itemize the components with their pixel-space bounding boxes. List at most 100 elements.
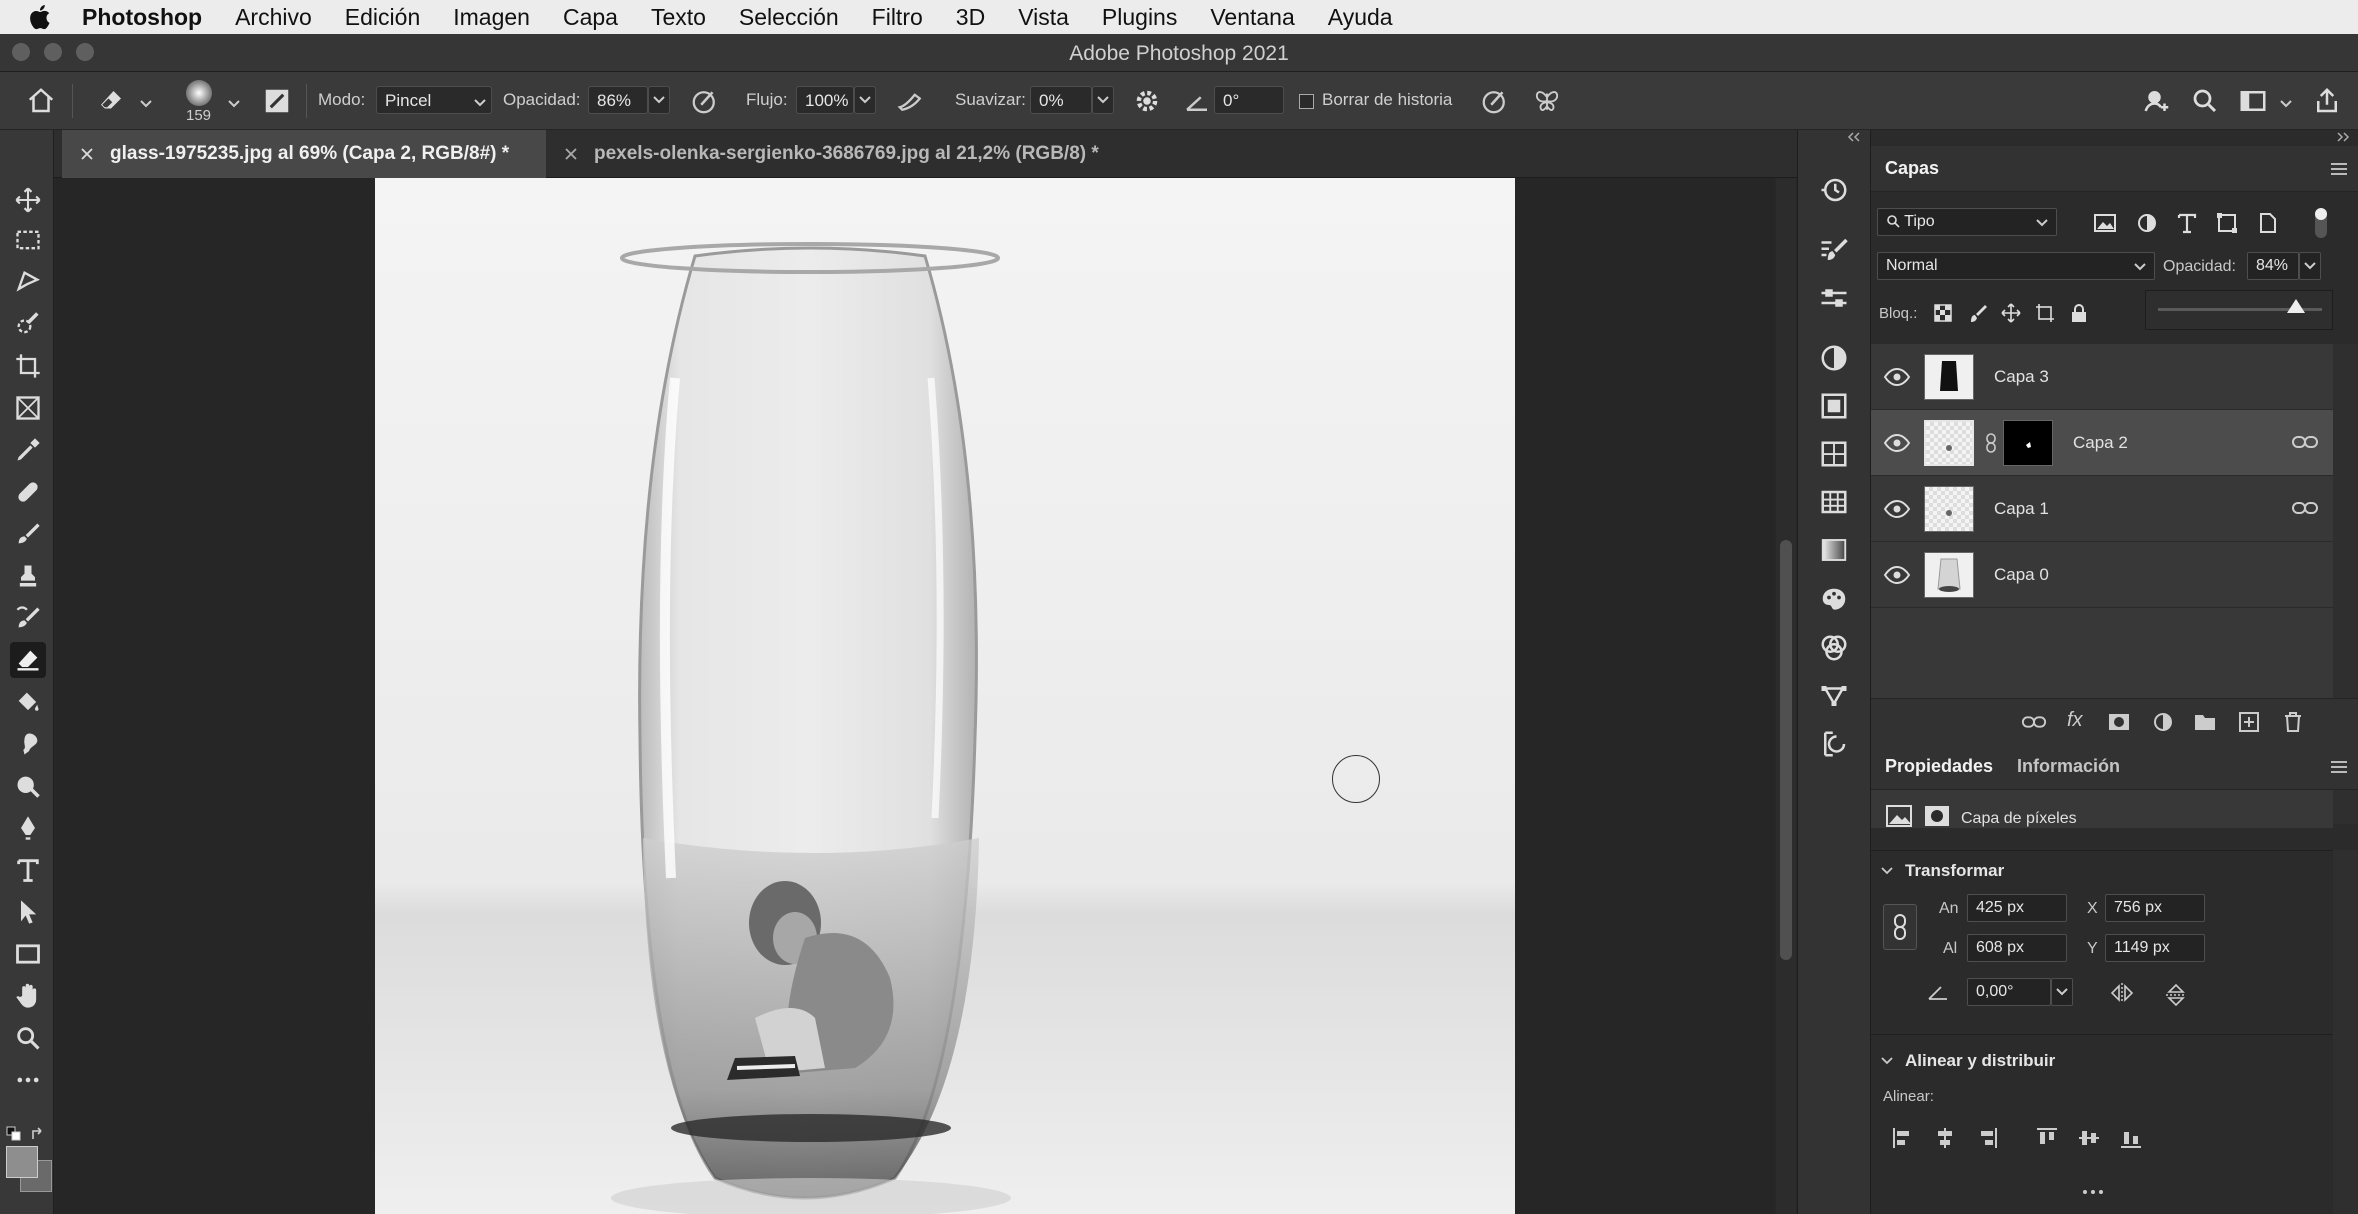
crop-tool[interactable]: [10, 348, 46, 384]
chevron-down-icon[interactable]: [2280, 100, 2292, 108]
width-input[interactable]: 425 px: [1967, 894, 2067, 922]
eyedropper-tool[interactable]: [10, 432, 46, 468]
apple-icon[interactable]: [26, 2, 56, 32]
path-selection-tool[interactable]: [10, 894, 46, 930]
align-left-icon[interactable]: [1891, 1126, 1915, 1150]
layer-name[interactable]: Capa 3: [1994, 367, 2049, 387]
filter-shape-icon[interactable]: [2215, 212, 2239, 234]
flow-dropdown[interactable]: [854, 86, 876, 114]
document-canvas[interactable]: [375, 178, 1515, 1214]
menu-filtro[interactable]: Filtro: [872, 4, 923, 31]
quick-select-tool[interactable]: [10, 306, 46, 342]
chevron-down-icon[interactable]: [228, 100, 240, 108]
x-input[interactable]: 756 px: [2105, 894, 2205, 922]
menu-ventana[interactable]: Ventana: [1210, 4, 1294, 31]
menu-vista[interactable]: Vista: [1018, 4, 1069, 31]
new-layer-icon[interactable]: [2237, 710, 2261, 734]
flip-horizontal-icon[interactable]: [2109, 982, 2135, 1004]
close-tab-icon[interactable]: [76, 143, 98, 165]
frame-tool[interactable]: [10, 390, 46, 426]
zoom-tool[interactable]: [10, 1020, 46, 1056]
close-tab-icon[interactable]: [560, 143, 582, 165]
mask-properties-icon[interactable]: [1923, 804, 1951, 828]
tab-informacion[interactable]: Información: [2017, 756, 2120, 777]
tab-glass-document[interactable]: glass-1975235.jpg al 69% (Capa 2, RGB/8#…: [62, 130, 546, 178]
smoothing-dropdown[interactable]: [1092, 86, 1114, 114]
blur-tool[interactable]: [10, 726, 46, 762]
opacity-dropdown[interactable]: [648, 86, 670, 114]
hand-tool[interactable]: [10, 978, 46, 1014]
lock-pixels-brush-icon[interactable]: [1967, 303, 1987, 323]
workspace-icon[interactable]: [2238, 86, 2268, 116]
layer-opacity-input[interactable]: 84%: [2247, 252, 2299, 280]
tab-pexels-document[interactable]: pexels-olenka-sergienko-3686769.jpg al 2…: [546, 130, 1146, 178]
brush-settings-panel-button[interactable]: [1816, 232, 1852, 268]
menu-ayuda[interactable]: Ayuda: [1328, 4, 1393, 31]
adjustments-panel-button[interactable]: [1816, 280, 1852, 316]
character-panel-button[interactable]: [1816, 436, 1852, 472]
search-icon[interactable]: [2190, 86, 2220, 116]
collapse-dock-icon[interactable]: [2337, 132, 2351, 142]
paint-bucket-tool[interactable]: [10, 684, 46, 720]
menu-edicion[interactable]: Edición: [345, 4, 420, 31]
menu-texto[interactable]: Texto: [651, 4, 706, 31]
clone-stamp-tool[interactable]: [10, 558, 46, 594]
history-brush-tool[interactable]: [10, 600, 46, 636]
menu-app-photoshop[interactable]: Photoshop: [82, 4, 202, 31]
brush-tool[interactable]: [10, 516, 46, 552]
panel-menu-icon[interactable]: [2328, 758, 2350, 776]
align-section-title[interactable]: Alinear y distribuir: [1905, 1051, 2055, 1071]
airbrush-icon[interactable]: [896, 86, 926, 116]
more-tools[interactable]: [10, 1062, 46, 1098]
visibility-eye-icon[interactable]: [1883, 430, 1911, 456]
lock-transparent-icon[interactable]: [1933, 303, 1953, 323]
healing-brush-tool[interactable]: [10, 474, 46, 510]
symmetry-butterfly-icon[interactable]: [1532, 86, 1562, 116]
scrollbar-thumb[interactable]: [1780, 540, 1792, 960]
chevron-down-icon[interactable]: [1881, 866, 1893, 876]
opacity-input[interactable]: 86%: [588, 86, 648, 114]
height-input[interactable]: 608 px: [1967, 934, 2067, 962]
align-center-horizontal-icon[interactable]: [1933, 1126, 1957, 1150]
filter-smart-object-icon[interactable]: [2255, 212, 2279, 234]
layer-row-capa-2[interactable]: Capa 2: [1871, 410, 2333, 476]
filter-pixel-icon[interactable]: [2093, 212, 2117, 234]
fx-icon[interactable]: fx: [2067, 709, 2083, 732]
mask-link-icon[interactable]: [1985, 432, 1997, 454]
rotation-angle-dropdown[interactable]: [2051, 978, 2073, 1006]
y-input[interactable]: 1149 px: [2105, 934, 2205, 962]
lock-all-icon[interactable]: [2069, 303, 2089, 323]
adjustment-layer-icon[interactable]: [2151, 710, 2175, 734]
visibility-eye-icon[interactable]: [1883, 364, 1911, 390]
pressure-size-icon[interactable]: [1480, 86, 1510, 116]
patterns-panel-button[interactable]: [1816, 582, 1852, 618]
menu-archivo[interactable]: Archivo: [235, 4, 312, 31]
move-tool[interactable]: [10, 182, 46, 218]
panel-menu-icon[interactable]: [2328, 160, 2350, 178]
layer-row-capa-0[interactable]: Capa 0: [1871, 542, 2333, 608]
pen-tool[interactable]: [10, 810, 46, 846]
flip-vertical-icon[interactable]: [2165, 982, 2187, 1008]
angle-input[interactable]: 0°: [1214, 86, 1284, 114]
table-panel-button[interactable]: [1816, 484, 1852, 520]
transform-section-title[interactable]: Transformar: [1905, 861, 2004, 881]
type-tool[interactable]: [10, 852, 46, 888]
canvas-area[interactable]: [55, 178, 1775, 1214]
align-top-icon[interactable]: [2035, 1126, 2059, 1150]
opacity-slider-popup[interactable]: [2145, 290, 2333, 330]
layer-name[interactable]: Capa 1: [1994, 499, 2049, 519]
home-icon[interactable]: [26, 86, 56, 116]
layer-name[interactable]: Capa 0: [1994, 565, 2049, 585]
properties-scrollbar[interactable]: [2333, 850, 2358, 1214]
marquee-tool[interactable]: [10, 222, 46, 258]
eraser-tool-icon[interactable]: [96, 86, 126, 116]
paths-panel-button[interactable]: [1816, 678, 1852, 714]
visibility-eye-icon[interactable]: [1883, 496, 1911, 522]
channels-panel-button[interactable]: [1816, 630, 1852, 666]
brush-preset-icon[interactable]: [186, 80, 212, 106]
blend-mode-select[interactable]: Normal: [1877, 252, 2155, 280]
align-center-vertical-icon[interactable]: [2077, 1126, 2101, 1150]
swatches-panel-button[interactable]: [1816, 388, 1852, 424]
trash-icon[interactable]: [2281, 710, 2305, 734]
flow-input[interactable]: 100%: [796, 86, 854, 114]
